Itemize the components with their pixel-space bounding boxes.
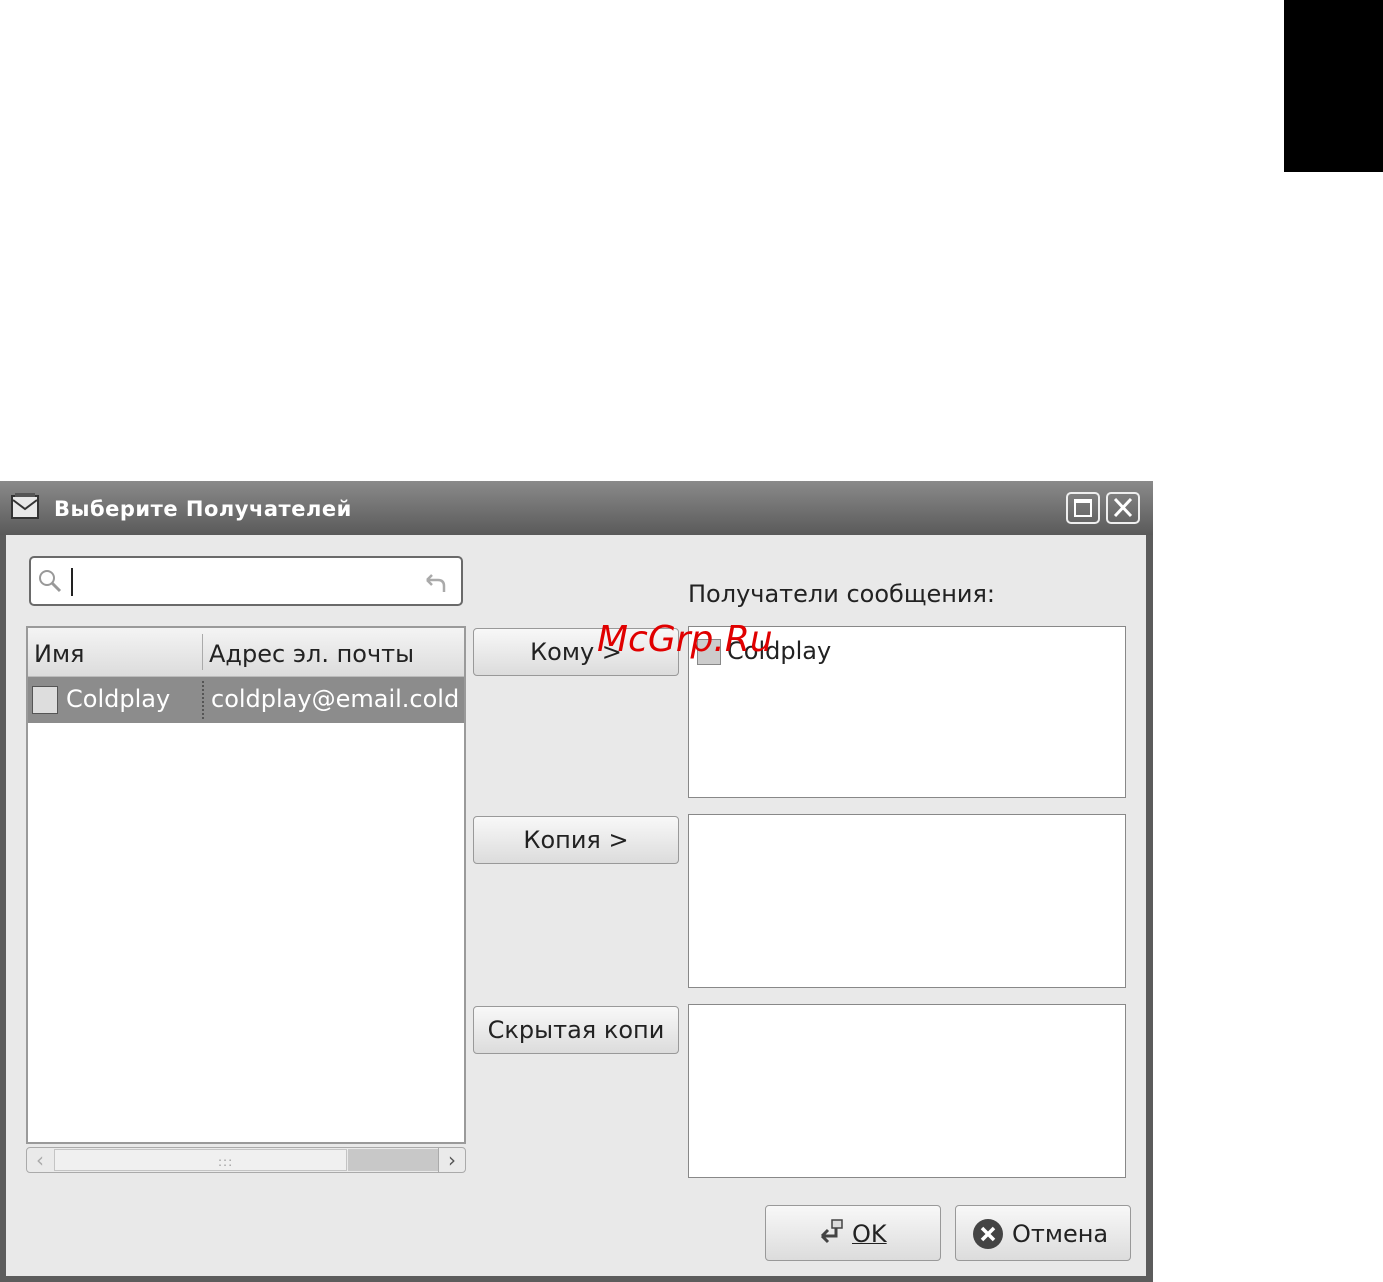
ok-label: OK: [852, 1220, 887, 1248]
scroll-thumb[interactable]: [348, 1149, 439, 1171]
scroll-grip: :::: [218, 1155, 234, 1169]
column-separator: [202, 634, 203, 670]
add-bcc-button[interactable]: Скрытая копи: [473, 1006, 679, 1054]
cancel-button[interactable]: Отмена: [955, 1205, 1131, 1261]
bcc-recipients-box[interactable]: [688, 1004, 1126, 1178]
scroll-track[interactable]: :::: [54, 1149, 347, 1171]
add-cc-button[interactable]: Копия >: [473, 816, 679, 864]
contacts-list[interactable]: Имя Адрес эл. почты Coldplay coldplay@em…: [26, 626, 466, 1144]
ok-button[interactable]: OK: [765, 1205, 941, 1261]
recipients-label: Получатели сообщения:: [688, 580, 996, 608]
horizontal-scrollbar[interactable]: ‹ ::: ›: [26, 1147, 466, 1173]
black-corner-block: [1284, 0, 1383, 172]
clear-icon[interactable]: [419, 568, 449, 598]
column-header-email[interactable]: Адрес эл. почты: [209, 640, 414, 668]
contact-email: coldplay@email.cold: [211, 685, 460, 713]
mail-icon: [11, 493, 39, 519]
window-title: Выберите Получателей: [54, 497, 352, 521]
watermark: McGrp.Ru: [597, 619, 773, 660]
dialog-body: Имя Адрес эл. почты Coldplay coldplay@em…: [6, 535, 1146, 1276]
close-icon: [1113, 497, 1133, 518]
maximize-button[interactable]: [1066, 492, 1100, 524]
ok-icon: [820, 1219, 843, 1244]
search-icon: [39, 570, 62, 593]
cell-separator: [202, 681, 204, 719]
column-header-name[interactable]: Имя: [34, 640, 85, 668]
contact-avatar-icon: [32, 686, 58, 714]
select-recipients-dialog: Выберите Получателей Имя Адрес эл. почты…: [0, 481, 1153, 1282]
list-header: Имя Адрес эл. почты: [28, 628, 464, 677]
search-input[interactable]: [29, 556, 463, 606]
table-row[interactable]: Coldplay coldplay@email.cold: [28, 677, 464, 723]
cancel-label: Отмена: [1012, 1220, 1109, 1248]
maximize-icon: [1074, 499, 1092, 517]
text-cursor: [71, 568, 73, 596]
titlebar: Выберите Получателей: [0, 481, 1153, 535]
close-button[interactable]: [1106, 492, 1140, 524]
cancel-icon: [973, 1219, 1003, 1249]
scroll-right-arrow[interactable]: ›: [438, 1148, 465, 1172]
contact-name: Coldplay: [66, 685, 171, 713]
cc-recipients-box[interactable]: [688, 814, 1126, 988]
scroll-left-arrow[interactable]: ‹: [27, 1148, 53, 1172]
